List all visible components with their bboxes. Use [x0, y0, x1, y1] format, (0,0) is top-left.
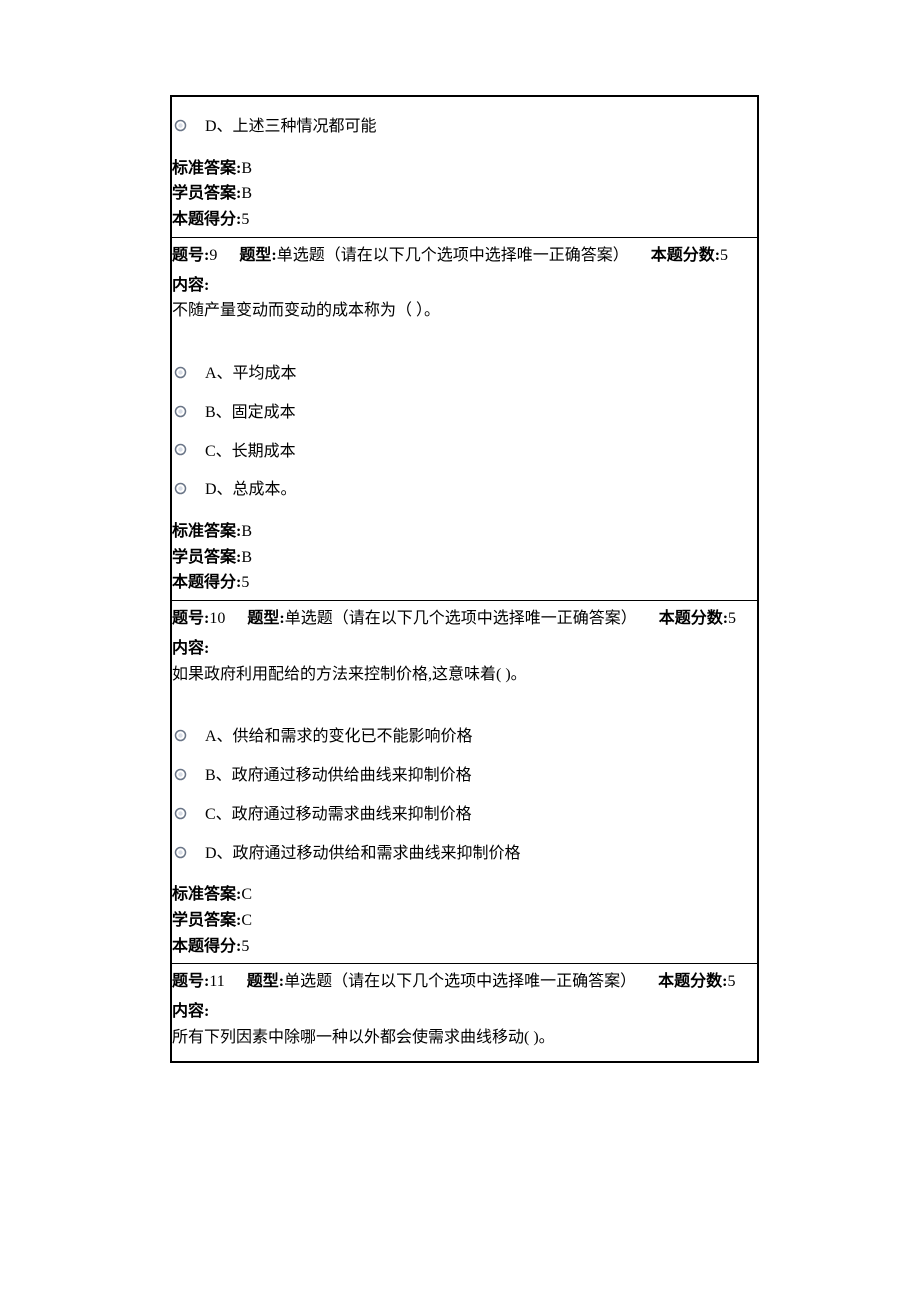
question-header: 题号:9 题型:单选题（请在以下几个选项中选择唯一正确答案） 本题分数:5 — [172, 238, 757, 271]
question-header: 题号:11 题型:单选题（请在以下几个选项中选择唯一正确答案） 本题分数:5 — [172, 964, 757, 997]
option-row: D、总成本。 — [172, 466, 757, 505]
option-text: A、平均成本 — [199, 360, 297, 389]
question-no-label: 题号: — [172, 247, 209, 264]
answer-block: 标准答案:B 学员答案:B 本题得分:5 — [172, 150, 757, 237]
question-type: 单选题（请在以下几个选项中选择唯一正确答案） — [285, 610, 637, 627]
question-body: 如果政府利用配给的方法来控制价格,这意味着( )。 — [172, 662, 757, 708]
question-score-got: 本题得分:5 — [172, 570, 757, 596]
radio-icon[interactable] — [174, 807, 187, 820]
student-answer: 学员答案:B — [172, 181, 757, 207]
full-score-label: 本题分数: — [659, 610, 728, 627]
question-no: 10 — [209, 610, 225, 627]
radio-icon[interactable] — [174, 846, 187, 859]
question-type-label: 题型: — [247, 973, 284, 990]
options-list: A、供给和需求的变化已不能影响价格 B、政府通过移动供给曲线来抑制价格 C、政府… — [172, 707, 757, 876]
radio-icon[interactable] — [174, 366, 187, 379]
question-score-got: 本题得分:5 — [172, 934, 757, 960]
standard-answer: 标准答案:B — [172, 156, 757, 182]
question-no-label: 题号: — [172, 610, 209, 627]
student-answer: 学员答案:B — [172, 545, 757, 571]
option-row: B、政府通过移动供给曲线来抑制价格 — [172, 752, 757, 791]
option-row: A、平均成本 — [172, 350, 757, 389]
answer-block: 标准答案:C 学员答案:C 本题得分:5 — [172, 876, 757, 963]
question-type-label: 题型: — [247, 610, 284, 627]
option-row: C、长期成本 — [172, 428, 757, 467]
full-score: 5 — [727, 973, 735, 990]
question-body: 不随产量变动而变动的成本称为（ ）。 — [172, 298, 757, 344]
question-type-label: 题型: — [239, 247, 276, 264]
options-list: D、上述三种情况都可能 — [172, 97, 757, 150]
student-answer: 学员答案:C — [172, 908, 757, 934]
radio-icon[interactable] — [174, 729, 187, 742]
standard-answer: 标准答案:B — [172, 519, 757, 545]
full-score: 5 — [728, 610, 736, 627]
option-row: B、固定成本 — [172, 389, 757, 428]
option-text: B、政府通过移动供给曲线来抑制价格 — [199, 762, 472, 791]
question-header: 题号:10 题型:单选题（请在以下几个选项中选择唯一正确答案） 本题分数:5 — [172, 601, 757, 634]
question-body: 所有下列因素中除哪一种以外都会使需求曲线移动( )。 — [172, 1025, 757, 1061]
question-no: 9 — [209, 247, 217, 264]
standard-answer: 标准答案:C — [172, 882, 757, 908]
radio-icon[interactable] — [174, 482, 187, 495]
option-text: A、供给和需求的变化已不能影响价格 — [199, 723, 473, 752]
option-text: B、固定成本 — [199, 399, 296, 428]
option-text: C、长期成本 — [199, 438, 296, 467]
questions-table: D、上述三种情况都可能 标准答案:B 学员答案:B 本题得分:5 题号:9 题型… — [170, 95, 759, 1063]
option-text: C、政府通过移动需求曲线来抑制价格 — [199, 801, 472, 830]
option-row: D、上述三种情况都可能 — [172, 103, 757, 142]
option-text: D、总成本。 — [199, 476, 297, 505]
radio-icon[interactable] — [174, 119, 187, 132]
full-score-label: 本题分数: — [658, 973, 727, 990]
options-list: A、平均成本 B、固定成本 C、长期成本 D、总成本。 — [172, 344, 757, 513]
option-text: D、政府通过移动供给和需求曲线来抑制价格 — [199, 840, 521, 869]
answer-block: 标准答案:B 学员答案:B 本题得分:5 — [172, 513, 757, 600]
question-no: 11 — [209, 973, 224, 990]
option-row: D、政府通过移动供给和需求曲线来抑制价格 — [172, 830, 757, 869]
full-score-label: 本题分数: — [651, 247, 720, 264]
question-type: 单选题（请在以下几个选项中选择唯一正确答案） — [277, 247, 629, 264]
option-row: A、供给和需求的变化已不能影响价格 — [172, 713, 757, 752]
page: D、上述三种情况都可能 标准答案:B 学员答案:B 本题得分:5 题号:9 题型… — [0, 0, 920, 1123]
question-score-got: 本题得分:5 — [172, 207, 757, 233]
question-type: 单选题（请在以下几个选项中选择唯一正确答案） — [284, 973, 636, 990]
question-9-cell: 题号:9 题型:单选题（请在以下几个选项中选择唯一正确答案） 本题分数:5 内容… — [172, 238, 757, 601]
full-score: 5 — [720, 247, 728, 264]
content-label: 内容: — [172, 634, 757, 662]
option-row: C、政府通过移动需求曲线来抑制价格 — [172, 791, 757, 830]
radio-icon[interactable] — [174, 768, 187, 781]
question-10-cell: 题号:10 题型:单选题（请在以下几个选项中选择唯一正确答案） 本题分数:5 内… — [172, 601, 757, 964]
content-label: 内容: — [172, 997, 757, 1025]
radio-icon[interactable] — [174, 405, 187, 418]
radio-icon[interactable] — [174, 443, 187, 456]
question-11-cell: 题号:11 题型:单选题（请在以下几个选项中选择唯一正确答案） 本题分数:5 内… — [172, 964, 757, 1060]
option-text: D、上述三种情况都可能 — [199, 113, 377, 142]
content-label: 内容: — [172, 271, 757, 299]
question-no-label: 题号: — [172, 973, 209, 990]
question-8-cell: D、上述三种情况都可能 标准答案:B 学员答案:B 本题得分:5 — [172, 97, 757, 238]
